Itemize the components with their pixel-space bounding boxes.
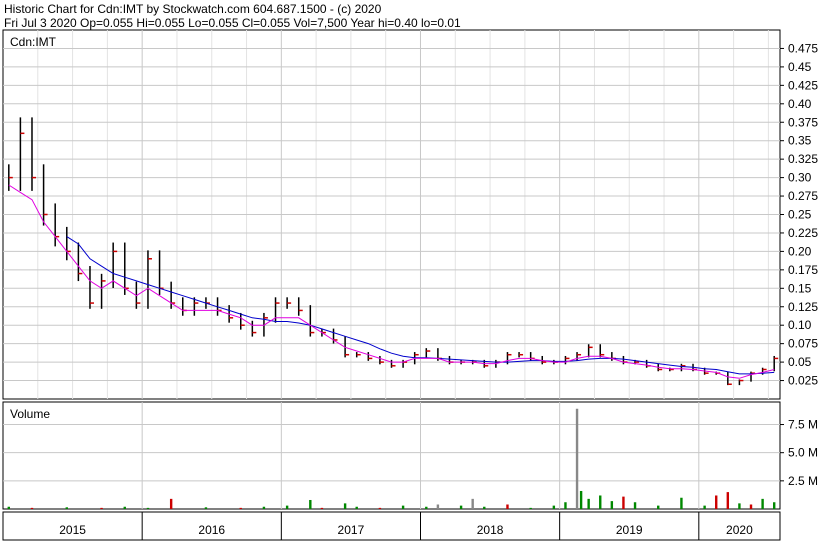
volume-bar <box>471 498 474 509</box>
volume-bar <box>703 505 706 509</box>
price-tick-label: 0.05 <box>788 355 812 369</box>
volume-panel: 7.5 M 5.0 M 2.5 M Volume <box>2 401 818 510</box>
volume-bar <box>610 501 614 509</box>
volume-bar <box>123 506 126 509</box>
price-tick-label: 0.275 <box>788 189 818 203</box>
volume-bar <box>738 503 741 509</box>
year-label: 2015 <box>59 523 86 537</box>
price-tick-label: 0.30 <box>788 171 812 185</box>
price-tick-label: 0.15 <box>788 281 812 295</box>
year-axis-frame <box>2 511 781 541</box>
price-tick-label: 0.325 <box>788 152 818 166</box>
volume-bar <box>587 498 590 509</box>
year-label: 2017 <box>338 523 365 537</box>
volume-bar <box>30 507 34 509</box>
year-label: 2019 <box>616 523 643 537</box>
year-label: 2018 <box>477 523 504 537</box>
volume-bar <box>552 505 556 509</box>
price-grid <box>3 30 780 399</box>
volume-bar <box>761 498 764 509</box>
year-label: 2016 <box>198 523 225 537</box>
volume-bar <box>506 504 509 509</box>
volume-bar <box>483 506 486 509</box>
volume-bar <box>633 502 637 509</box>
price-tick-label: 0.225 <box>788 226 818 240</box>
volume-bar <box>575 408 579 509</box>
price-tick-label: 0.25 <box>788 208 812 222</box>
price-tick-label: 0.375 <box>788 115 818 129</box>
stock-chart: Historic Chart for Cdn:IMT by Stockwatch… <box>0 0 830 543</box>
volume-panel-label: Volume <box>10 407 50 421</box>
volume-bar <box>262 506 266 509</box>
price-tick-label: 0.025 <box>788 374 818 388</box>
volume-bar <box>579 490 583 509</box>
volume-bar <box>680 497 683 509</box>
volume-bar <box>100 507 103 509</box>
volume-tick-label: 2.5 M <box>788 474 818 488</box>
volume-bar <box>355 506 358 509</box>
year-axis: 2015 2016 2017 2018 2019 2020 <box>2 511 781 541</box>
volume-bar <box>320 507 324 509</box>
price-tick-label: 0.125 <box>788 300 818 314</box>
price-panel-label: Cdn:IMT <box>10 35 57 49</box>
volume-bar <box>436 504 440 509</box>
volume-bar <box>564 502 567 509</box>
volume-bar <box>749 504 753 509</box>
year-label: 2020 <box>726 523 753 537</box>
volume-bar <box>378 507 382 509</box>
price-tick-label: 0.40 <box>788 97 812 111</box>
volume-bar <box>309 499 312 509</box>
price-tick-label: 0.10 <box>788 318 812 332</box>
price-tick-label: 0.20 <box>788 244 812 258</box>
volume-bar <box>401 505 405 509</box>
price-tick-label: 0.425 <box>788 78 818 92</box>
volume-bar <box>622 496 625 509</box>
price-tick-label: 0.175 <box>788 263 818 277</box>
volume-bar <box>169 498 173 509</box>
volume-tick-label: 7.5 M <box>788 418 818 432</box>
volume-bar <box>657 505 660 509</box>
volume-tick-label: 5.0 M <box>788 446 818 460</box>
volume-bar <box>425 506 428 509</box>
volume-bar <box>459 505 463 509</box>
volume-bar <box>599 495 602 509</box>
volume-bar <box>65 507 68 509</box>
volume-bar <box>146 507 150 509</box>
volume-bar <box>773 502 776 509</box>
price-tick-label: 0.075 <box>788 337 818 351</box>
volume-bar <box>285 505 289 509</box>
header-title: Historic Chart for Cdn:IMT by Stockwatch… <box>4 2 382 16</box>
price-tick-label: 0.475 <box>788 41 818 55</box>
volume-bar <box>239 507 242 509</box>
volume-bar <box>529 507 532 509</box>
price-tick-label: 0.45 <box>788 60 812 74</box>
volume-panel-frame <box>2 401 781 510</box>
volume-bar <box>715 495 718 509</box>
price-tick-label: 0.35 <box>788 134 812 148</box>
header-quote: Fri Jul 3 2020 Op=0.055 Hi=0.055 Lo=0.05… <box>4 16 461 30</box>
price-panel: 0.475 0.45 0.425 0.40 0.375 0.35 0.325 0.30 0.27… <box>2 29 818 400</box>
volume-bar <box>7 506 10 509</box>
volume-bar <box>726 492 730 509</box>
volume-bar <box>343 503 347 509</box>
volume-bar <box>204 507 208 509</box>
